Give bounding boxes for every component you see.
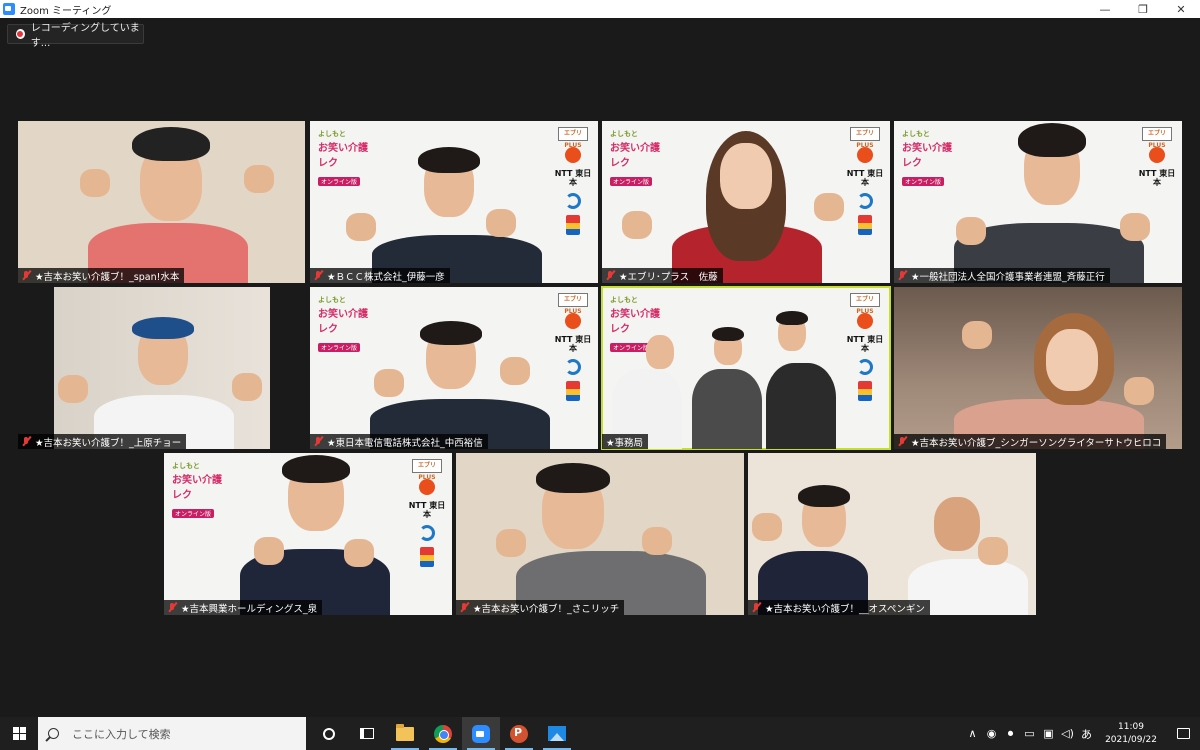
microphone-icon[interactable]: ⏺ — [1001, 727, 1020, 741]
system-tray: ∧ ◉ ⏺ ▭ ▣ ◁) あ 11:09 2021/09/22 — [963, 717, 1200, 750]
participant-video — [602, 121, 890, 283]
participant-name-label: ★事務局 — [602, 434, 649, 449]
zoom-app-icon — [3, 3, 15, 15]
video-tile[interactable]: よしもと お笑い介護レク オンライン版 エブリPLUS NTT 東日本 ★東日本… — [310, 287, 598, 449]
participant-video — [602, 287, 890, 449]
volume-icon[interactable]: ◁) — [1058, 727, 1077, 740]
battery-icon[interactable]: ▭ — [1020, 727, 1039, 740]
participant-name: ★吉本お笑い介護ブ_シンガーソングライターサトウヒロコ — [911, 437, 1162, 449]
participant-name-label: ★エブリ･プラス 佐藤 — [602, 268, 723, 283]
mic-muted-icon — [752, 602, 761, 613]
video-tile[interactable]: ★吉本お笑い介護ブ！_span!水本 — [18, 121, 305, 283]
mic-muted-icon — [314, 270, 323, 281]
video-tile[interactable]: ★吉本お笑い介護ブ_シンガーソングライターサトウヒロコ — [894, 287, 1182, 449]
participant-video — [456, 453, 744, 615]
clock-date: 2021/09/22 — [1105, 734, 1157, 745]
title-bar: Zoom ミーティング — ❐ ✕ — [0, 0, 1200, 18]
mic-muted-icon — [22, 270, 31, 281]
participant-video — [310, 121, 598, 283]
notification-icon — [1176, 728, 1190, 739]
participant-name-label: ★吉本お笑い介護ブ！_さこリッチ — [456, 600, 625, 615]
participant-video — [18, 121, 305, 283]
photos-button[interactable] — [538, 717, 576, 750]
participant-name-label: ★吉本興業ホールディングス_泉 — [164, 600, 323, 615]
windows-logo-icon — [12, 727, 26, 740]
participant-name-label: ★吉本お笑い介護ブ！_上原チョー — [18, 434, 187, 449]
powerpoint-icon — [510, 724, 528, 743]
mic-muted-icon — [606, 270, 615, 281]
mic-muted-icon — [460, 602, 469, 613]
participant-video — [748, 453, 1036, 615]
participant-video — [54, 287, 270, 449]
participant-name: ★エブリ･プラス 佐藤 — [619, 271, 718, 283]
window-title: Zoom ミーティング — [20, 5, 112, 17]
taskbar-search-box[interactable]: ここに入力して検索 — [38, 717, 306, 750]
search-icon — [48, 728, 59, 739]
video-tile[interactable]: よしもと お笑い介護レク オンライン版 エブリPLUS NTT 東日本 ★吉本興… — [164, 453, 452, 615]
participant-name: ★吉本お笑い介護ブ！_さこリッチ — [473, 603, 620, 615]
participant-name-label: ★一般社団法人全国介護事業者連盟_斉藤正行 — [894, 268, 1110, 283]
network-icon[interactable]: ▣ — [1039, 727, 1058, 740]
folder-icon — [396, 723, 414, 741]
participant-name-label: ★東日本電信電話株式会社_中西裕信 — [310, 434, 488, 449]
camera-icon[interactable]: ◉ — [982, 727, 1001, 740]
window-controls: — ❐ ✕ — [1086, 0, 1200, 18]
minimize-button[interactable]: — — [1086, 0, 1124, 18]
zoom-taskbar-button[interactable] — [462, 717, 500, 750]
task-view-button[interactable] — [348, 717, 386, 750]
mic-muted-icon — [898, 270, 907, 281]
clock-time: 11:09 — [1118, 721, 1144, 732]
participant-video — [894, 287, 1182, 449]
video-tile[interactable]: よしもと お笑い介護レク オンライン版 エブリPLUS NTT 東日本 ★エブリ… — [602, 121, 890, 283]
action-center-button[interactable] — [1166, 717, 1200, 750]
participant-name: ★東日本電信電話株式会社_中西裕信 — [327, 437, 483, 449]
search-placeholder: ここに入力して検索 — [72, 727, 171, 741]
participant-name: ★吉本お笑い介護ブ！_上原チョー — [35, 437, 182, 449]
chevron-up-icon[interactable]: ∧ — [963, 727, 982, 740]
mic-muted-icon — [22, 436, 31, 447]
video-tile[interactable]: ★吉本お笑い介護ブ！_上原チョー — [18, 287, 305, 449]
video-tile[interactable]: よしもと お笑い介護レク オンライン版 エブリPLUS NTT 東日本 ★ＢＣＣ… — [310, 121, 598, 283]
participant-name-label: ★吉本お笑い介護ブ！_span!水本 — [18, 268, 185, 283]
record-icon — [16, 29, 25, 39]
video-tile[interactable]: ★吉本お笑い介護ブ！__オスペンギン — [748, 453, 1036, 615]
close-button[interactable]: ✕ — [1162, 0, 1200, 18]
recording-text: レコーディングしています... — [30, 23, 140, 49]
participant-name-label: ★ＢＣＣ株式会社_伊藤一彦 — [310, 268, 450, 283]
participant-name: ★吉本興業ホールディングス_泉 — [181, 603, 318, 615]
task-view-icon — [360, 728, 374, 739]
zoom-icon — [472, 724, 490, 743]
participant-name: ★事務局 — [606, 437, 644, 449]
participant-video — [310, 287, 598, 449]
video-tile[interactable]: よしもと お笑い介護レク オンライン版 エブリPLUS NTT 東日本 ★一般社… — [894, 121, 1182, 283]
cortana-icon — [323, 727, 335, 740]
video-tile-active-speaker[interactable]: よしもと お笑い介護レク オンライン版 エブリPLUS NTT 東日本 ★事務局 — [601, 286, 891, 450]
participant-video — [164, 453, 452, 615]
clock[interactable]: 11:09 2021/09/22 — [1096, 721, 1166, 747]
participant-video — [894, 121, 1182, 283]
participant-name-label: ★吉本お笑い介護ブ_シンガーソングライターサトウヒロコ — [894, 434, 1167, 449]
windows-taskbar: ここに入力して検索 ∧ ◉ ⏺ ▭ ▣ ◁) あ 11:09 2021/09/2… — [0, 717, 1200, 750]
recording-indicator[interactable]: レコーディングしています... — [7, 23, 144, 49]
cortana-button[interactable] — [310, 717, 348, 750]
chrome-icon — [434, 724, 452, 743]
participant-name-label: ★吉本お笑い介護ブ！__オスペンギン — [748, 600, 930, 615]
participant-name: ★吉本お笑い介護ブ！__オスペンギン — [765, 603, 925, 615]
mic-muted-icon — [314, 436, 323, 447]
mic-muted-icon — [168, 602, 177, 613]
start-button[interactable] — [0, 717, 38, 750]
participant-name: ★一般社団法人全国介護事業者連盟_斉藤正行 — [911, 271, 1105, 283]
photos-icon — [548, 726, 566, 741]
chrome-button[interactable] — [424, 717, 462, 750]
participant-name: ★ＢＣＣ株式会社_伊藤一彦 — [327, 271, 445, 283]
maximize-button[interactable]: ❐ — [1124, 0, 1162, 18]
ime-indicator[interactable]: あ — [1077, 726, 1096, 742]
participant-name: ★吉本お笑い介護ブ！_span!水本 — [35, 271, 180, 283]
video-tile[interactable]: ★吉本お笑い介護ブ！_さこリッチ — [456, 453, 744, 615]
file-explorer-button[interactable] — [386, 717, 424, 750]
mic-muted-icon — [898, 436, 907, 447]
powerpoint-button[interactable] — [500, 717, 538, 750]
